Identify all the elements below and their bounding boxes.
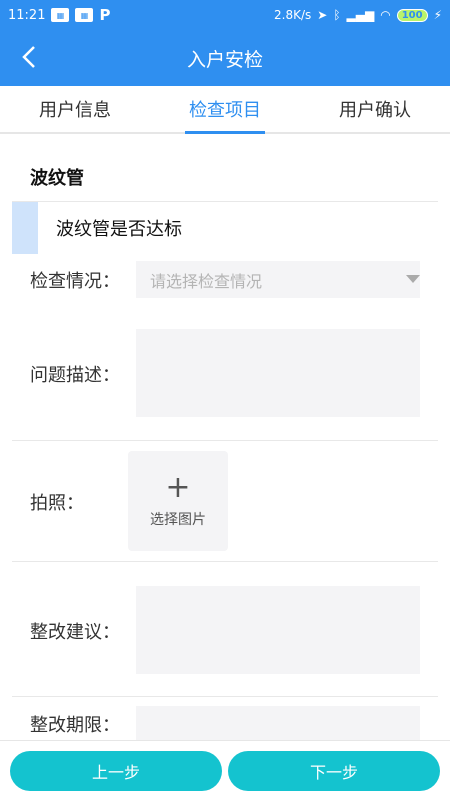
battery-icon: 100 — [396, 8, 428, 22]
p-icon: P — [99, 6, 111, 24]
suggestion-label: 整改建议： — [30, 622, 120, 643]
tab-user-confirm[interactable]: 用户确认 — [300, 86, 450, 132]
inspection-content: 波纹管 波纹管是否达标 检查情况： 请选择检查情况 问题描述： 拍照： + 选择… — [0, 136, 450, 740]
charging-icon: ⚡ — [433, 8, 442, 22]
deadline-input[interactable] — [136, 706, 420, 740]
status-time: 11:21 — [8, 7, 46, 23]
problem-label: 问题描述： — [30, 365, 120, 386]
item-header: 波纹管是否达标 — [12, 202, 438, 254]
signal-icon: ▂▄▆ — [346, 8, 375, 22]
tab-user-info[interactable]: 用户信息 — [0, 86, 150, 132]
divider — [12, 561, 438, 562]
divider — [12, 696, 438, 697]
status-bar: 11:21 ▦ ▦ P 2.8K/s ➤ ᛒ ▂▄▆ ◠ 100 ⚡ — [0, 0, 450, 30]
deadline-label: 整改期限： — [30, 715, 120, 736]
inspection-select-placeholder: 请选择检查情况 — [150, 271, 263, 291]
status-left: 11:21 ▦ ▦ P — [8, 6, 110, 24]
prev-step-button[interactable]: 上一步 — [10, 750, 222, 791]
inspection-select[interactable]: 请选择检查情况 — [136, 261, 420, 298]
section-title: 波纹管 — [30, 168, 84, 189]
network-speed: 2.8K/s — [274, 8, 312, 22]
dropdown-arrow-icon — [406, 275, 420, 283]
app-notification-icon-2: ▦ — [75, 8, 94, 22]
photo-picker-button[interactable]: + 选择图片 — [128, 451, 228, 551]
nav-bar: 入户安检 — [0, 30, 450, 86]
wifi-icon: ◠ — [380, 8, 391, 22]
app-notification-icon: ▦ — [51, 8, 70, 22]
plus-icon: + — [165, 470, 191, 505]
tab-inspection-items[interactable]: 检查项目 — [150, 86, 300, 132]
item-marker — [12, 202, 38, 254]
chevron-left-icon — [22, 46, 35, 68]
inspection-label: 检查情况： — [30, 271, 120, 292]
page-title: 入户安检 — [186, 48, 263, 71]
suggestion-textarea[interactable] — [136, 586, 420, 674]
tab-bar: 用户信息 检查项目 用户确认 — [0, 86, 450, 134]
bluetooth-icon: ᛒ — [333, 8, 341, 22]
problem-textarea[interactable] — [136, 329, 420, 417]
divider — [12, 440, 438, 441]
photo-picker-label: 选择图片 — [150, 512, 206, 528]
back-button[interactable] — [14, 42, 44, 72]
status-right: 2.8K/s ➤ ᛒ ▂▄▆ ◠ 100 ⚡ — [274, 8, 442, 22]
next-step-button[interactable]: 下一步 — [228, 750, 440, 791]
location-icon: ➤ — [317, 8, 328, 22]
item-title: 波纹管是否达标 — [56, 219, 182, 240]
bottom-action-bar: 上一步 下一步 — [0, 740, 450, 800]
photo-label: 拍照： — [30, 493, 84, 514]
